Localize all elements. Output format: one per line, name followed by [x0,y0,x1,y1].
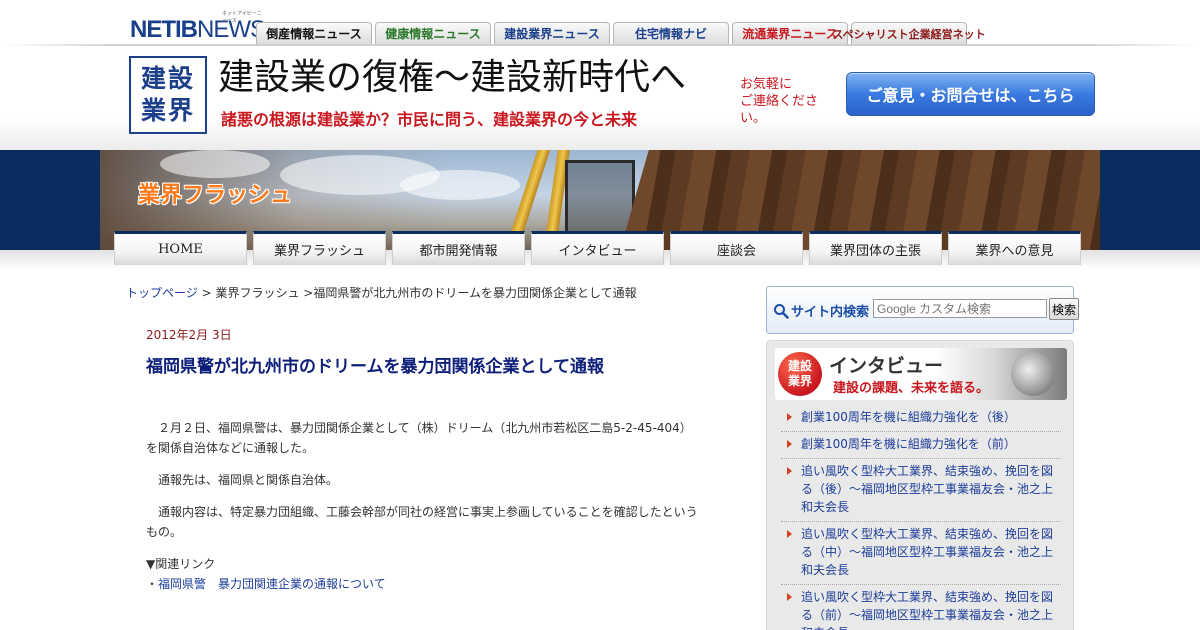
related-links: ▼関連リンク ・福岡県警 暴力団関連企業の通報について [146,554,386,594]
badge-line-1: 建設 [140,64,195,93]
interview-badge-line-1: 建設 [787,359,812,373]
related-bullet: ・ [146,577,159,591]
interview-badge: 建設 業界 [778,352,822,396]
interview-list: 創業100周年を機に組織力強化を（後） 創業100周年を機に組織力強化を（前） … [781,405,1061,630]
interview-title: インタビュー [829,355,944,377]
tab-health-news[interactable]: 健康情報ニュース [375,22,491,44]
breadcrumb-separator: > [299,286,314,300]
nav-industry-groups[interactable]: 業界団体の主張 [809,231,942,265]
related-heading: ▼関連リンク [146,557,216,571]
netib-news-logo[interactable]: NETIB NEWS ネットアイビーニュース [130,11,266,43]
site-tabs: 倒産情報ニュース 健康情報ニュース 建設業界ニュース 住宅情報ナビ 流通業界ニュ… [256,22,986,44]
site-title: 建設業の復権～建設新時代へ [218,57,687,98]
interview-item-text: 創業100周年を機に組織力強化を（後） [801,410,1016,424]
interview-panel: 建設 業界 インタビュー 建設の課題、未来を語る。 創業100周年を機に組織力強… [766,340,1074,630]
nav-urban-development[interactable]: 都市開発情報 [392,231,525,265]
interview-banner[interactable]: 建設 業界 インタビュー 建設の課題、未来を語る。 [775,348,1067,400]
article-paragraph: 通報内容は、特定暴力団組織、工藤会幹部が同社の経営に事実上参画していることを確認… [146,505,698,539]
site-search-box: サイト内検索 検索 [766,286,1079,334]
construction-badge[interactable]: 建設 業界 [129,56,207,134]
tab-construction-news[interactable]: 建設業界ニュース [494,22,610,44]
contact-note-line-1: お気軽に [740,77,793,92]
breadcrumb-separator: > [197,286,216,300]
article-paragraph: ２月２日、福岡県警は、暴力団関係企業として（株）ドリーム（北九州市若松区二島5-… [146,421,692,455]
nav-interview[interactable]: インタビュー [531,231,664,265]
top-bar: NETIB NEWS ネットアイビーニュース 倒産情報ニュース 健康情報ニュース… [0,0,1200,48]
arrow-right-icon [787,440,792,448]
badge-line-2: 業界 [140,96,195,125]
nav-opinions[interactable]: 業界への意見 [948,231,1081,265]
interview-subtitle: 建設の課題、未来を語る。 [833,381,990,396]
nav-roundtable[interactable]: 座談会 [670,231,803,265]
interview-item[interactable]: 追い風吹く型枠大工業界、結束強め、挽回を図る（前）～福岡地区型枠工事業福友会・池… [781,585,1061,630]
nav-home[interactable]: HOME [114,231,247,265]
interview-item-text: 追い風吹く型枠大工業界、結束強め、挽回を図る（後）～福岡地区型枠工事業福友会・池… [801,464,1054,514]
contact-note: お気軽に ご連絡ください。 [740,76,840,127]
arrow-right-icon [787,467,792,475]
hero-section-label: 業界フラッシュ [138,182,293,208]
breadcrumb-top-page[interactable]: トップページ [126,286,198,300]
search-button[interactable]: 検索 [1049,298,1079,320]
interview-item[interactable]: 追い風吹く型枠大工業界、結束強め、挽回を図る（後）～福岡地区型枠工事業福友会・池… [781,459,1061,522]
article-paragraph: 通報先は、福岡県と関係自治体。 [158,473,339,487]
breadcrumb: トップページ > 業界フラッシュ >福岡県警が北九州市のドリームを暴力団関係企業… [126,284,637,301]
site-search-label-text: サイト内検索 [791,305,870,320]
arrow-right-icon [787,413,792,421]
article-body: ２月２日、福岡県警は、暴力団関係企業として（株）ドリーム（北九州市若松区二島5-… [146,418,702,554]
nav-industry-flash[interactable]: 業界フラッシュ [253,231,386,265]
interview-item[interactable]: 創業100周年を機に組織力強化を（後） [781,405,1061,432]
contact-note-line-2: ご連絡ください。 [740,94,819,126]
logo-netib: NETIB [130,16,198,43]
interview-item-text: 追い風吹く型枠大工業界、結束強め、挽回を図る（前）～福岡地区型枠工事業福友会・池… [801,590,1054,630]
tab-housing-navi[interactable]: 住宅情報ナビ [613,22,729,44]
arrow-right-icon [787,530,792,538]
interview-item[interactable]: 創業100周年を機に組織力強化を（前） [781,432,1061,459]
interview-item-text: 追い風吹く型枠大工業界、結束強め、挽回を図る（中）～福岡地区型枠工事業福友会・池… [801,527,1054,577]
main-nav: HOME 業界フラッシュ 都市開発情報 インタビュー 座談会 業界団体の主張 業… [114,231,1081,265]
breadcrumb-current: 福岡県警が北九州市のドリームを暴力団関係企業として通報 [313,286,637,300]
article-date: 2012年2月 3日 [146,328,232,342]
magnifier-icon [774,303,789,319]
tab-bankruptcy-news[interactable]: 倒産情報ニュース [256,22,372,44]
tab-retail-news[interactable]: 流通業界ニュース [732,22,848,44]
site-subtitle: 諸悪の根源は建設業か？市民に問う、建設業界の今と未来 [221,110,638,129]
site-search-label: サイト内検索 [773,301,869,320]
article-title: 福岡県警が北九州市のドリームを暴力団関係企業として通報 [146,357,604,377]
tab-specialist-net[interactable]: スペシャリスト企業経営ネット [832,22,986,44]
interview-item[interactable]: 追い風吹く型枠大工業界、結束強め、挽回を図る（中）～福岡地区型枠工事業福友会・池… [781,522,1061,585]
interview-badge-line-2: 業界 [787,374,812,388]
related-link[interactable]: 福岡県警 暴力団関連企業の通報について [158,577,386,591]
wristwatch-icon [1011,352,1055,396]
breadcrumb-section[interactable]: 業界フラッシュ [215,286,299,300]
site-search-input[interactable] [873,299,1047,318]
contact-button[interactable]: ご意見・お問合せは、こちら [846,72,1095,116]
interview-item-text: 創業100周年を機に組織力強化を（前） [801,437,1016,451]
related-link-row: ・福岡県警 暴力団関連企業の通報について [146,574,386,594]
site-header: 建設 業界 建設業の復権～建設新時代へ 諸悪の根源は建設業か？市民に問う、建設業… [0,46,1200,150]
arrow-right-icon [787,593,792,601]
